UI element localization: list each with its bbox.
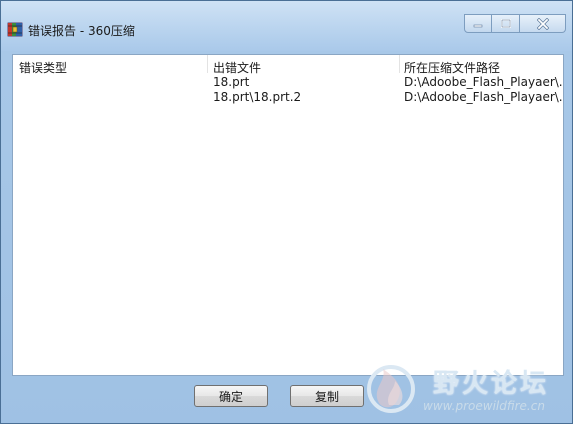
column-header-error-type[interactable]: 错误类型 [19, 59, 67, 76]
maximize-button[interactable] [492, 14, 520, 33]
column-header-archive-path[interactable]: 所在压缩文件路径 [404, 59, 500, 76]
table-row[interactable]: 18.prt\18.prt.2 D:\Adoobe_Flash_Playaer\… [13, 90, 563, 105]
column-divider[interactable] [399, 55, 400, 73]
maximize-icon [500, 18, 511, 28]
error-list[interactable]: 错误类型 出错文件 所在压缩文件路径 18.prt D:\Adoobe_Flas… [12, 54, 564, 376]
window-controls [464, 14, 566, 34]
row-archive-path: D:\Adoobe_Flash_Playaer\... [404, 90, 562, 104]
forum-watermark: 野火论坛 www.proewildfire.cn [361, 359, 571, 423]
table-row[interactable]: 18.prt D:\Adoobe_Flash_Playaer\... [13, 75, 563, 90]
window-title: 错误报告 - 360压缩 [28, 24, 135, 38]
copy-button[interactable]: 复制 [290, 385, 364, 407]
minimize-icon [473, 24, 483, 27]
column-divider[interactable] [207, 55, 208, 73]
ok-button[interactable]: 确定 [194, 385, 268, 407]
watermark-url: www.proewildfire.cn [423, 399, 545, 413]
title-bar[interactable]: 错误报告 - 360压缩 [1, 1, 572, 51]
minimize-button[interactable] [464, 14, 492, 33]
row-archive-path: D:\Adoobe_Flash_Playaer\... [404, 75, 562, 89]
column-header-error-file[interactable]: 出错文件 [213, 59, 261, 76]
flame-logo-icon [367, 365, 415, 413]
close-button[interactable] [520, 14, 566, 33]
error-report-window: 错误报告 - 360压缩 错误类型 出错文件 所在压缩文件路径 18.prt D… [0, 0, 573, 424]
row-error-file: 18.prt [213, 75, 250, 89]
watermark-title: 野火论坛 [433, 369, 550, 399]
360-zip-app-icon [7, 22, 23, 37]
close-icon [536, 17, 549, 30]
row-error-file: 18.prt\18.prt.2 [213, 90, 302, 104]
